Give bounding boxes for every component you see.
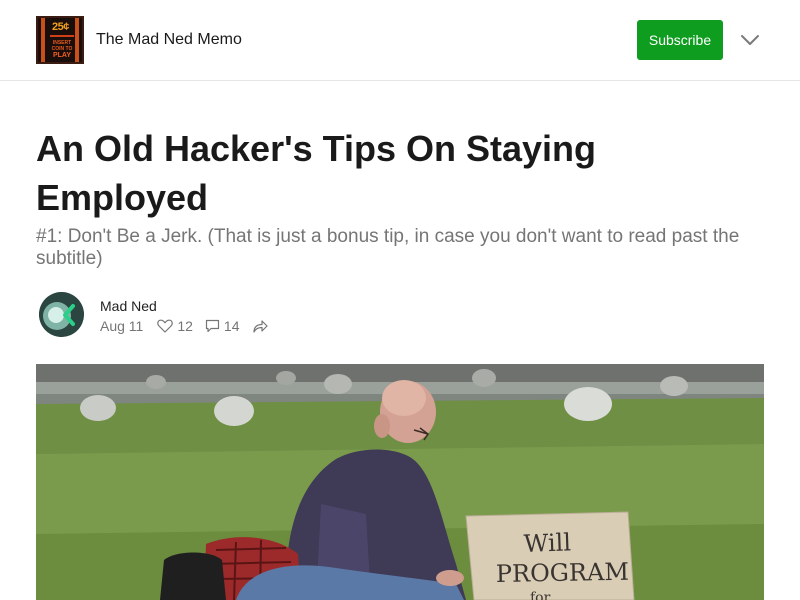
heart-icon	[157, 319, 174, 333]
hero-photo: Will PROGRAM for	[36, 364, 764, 600]
chevron-down-icon[interactable]	[738, 30, 762, 50]
post-meta: Aug 11 12 14	[100, 318, 284, 334]
hero-image: Will PROGRAM for	[36, 364, 764, 600]
share-button[interactable]	[252, 319, 272, 333]
logo-stripe-left	[41, 18, 45, 62]
sign-text-line1: Will	[523, 528, 571, 558]
author-name[interactable]: Mad Ned	[100, 298, 157, 314]
like-count: 12	[177, 318, 193, 334]
logo-coin-slot	[50, 35, 74, 37]
comment-count: 14	[223, 318, 240, 334]
share-icon	[252, 320, 268, 333]
article-title: An Old Hacker's Tips On Staying Employed	[36, 128, 597, 218]
sign-text-line3: for	[530, 590, 551, 600]
author-avatar[interactable]	[39, 292, 84, 337]
top-bar: 25¢ INSERT COIN TO PLAY The Mad Ned Memo…	[0, 0, 800, 81]
comment-icon	[205, 319, 220, 333]
publication-logo[interactable]: 25¢ INSERT COIN TO PLAY	[36, 16, 84, 64]
subscribe-button[interactable]: Subscribe	[637, 20, 723, 60]
logo-text-line3: PLAY	[52, 52, 72, 59]
like-button[interactable]: 12	[157, 318, 193, 334]
sign-text-line2: PROGRAM	[496, 558, 630, 588]
post-date: Aug 11	[100, 318, 144, 334]
comment-button[interactable]: 14	[205, 318, 240, 334]
logo-coin-text: 25¢	[52, 21, 69, 33]
publication-name[interactable]: The Mad Ned Memo	[96, 31, 242, 49]
avatar-art	[39, 292, 84, 337]
article-subtitle: #1: Don't Be a Jerk. (That is just a bon…	[36, 226, 740, 269]
